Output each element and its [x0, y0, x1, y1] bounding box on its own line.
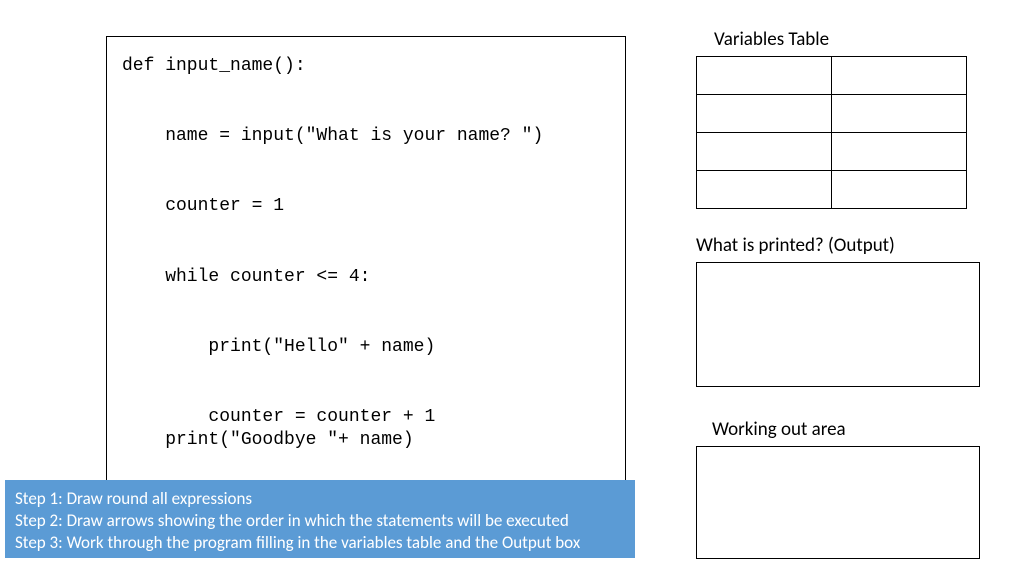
table-cell — [697, 95, 832, 133]
output-heading: What is printed? (Output) — [696, 234, 895, 257]
table-cell — [832, 57, 967, 95]
step-3-text: Step 3: Work through the program filling… — [15, 532, 621, 554]
code-line-5: counter = 1 — [122, 196, 284, 216]
code-line-7: while counter <= 4: — [122, 267, 370, 287]
table-row — [697, 133, 967, 171]
table-row — [697, 95, 967, 133]
table-cell — [832, 133, 967, 171]
code-line-9: print("Hello" + name) — [122, 337, 435, 357]
working-heading: Working out area — [712, 418, 846, 441]
variables-table — [696, 56, 967, 209]
table-cell — [697, 171, 832, 209]
table-cell — [697, 133, 832, 171]
table-cell — [697, 57, 832, 95]
variables-table-heading: Variables Table — [714, 28, 829, 51]
code-line-3: name = input("What is your name? ") — [122, 126, 543, 146]
code-box: def input_name(): name = input("What is … — [106, 36, 626, 481]
step-2-text: Step 2: Draw arrows showing the order in… — [15, 510, 621, 532]
code-line-11: counter = counter + 1 — [122, 407, 435, 427]
table-row — [697, 57, 967, 95]
code-line-1: def input_name(): — [122, 56, 306, 76]
output-box — [696, 262, 980, 387]
working-box — [696, 446, 980, 559]
table-cell — [832, 171, 967, 209]
steps-box: Step 1: Draw round all expressions Step … — [5, 480, 635, 558]
table-row — [697, 171, 967, 209]
code-line-12: print("Goodbye "+ name) — [122, 430, 414, 450]
table-cell — [832, 95, 967, 133]
step-1-text: Step 1: Draw round all expressions — [15, 488, 621, 510]
